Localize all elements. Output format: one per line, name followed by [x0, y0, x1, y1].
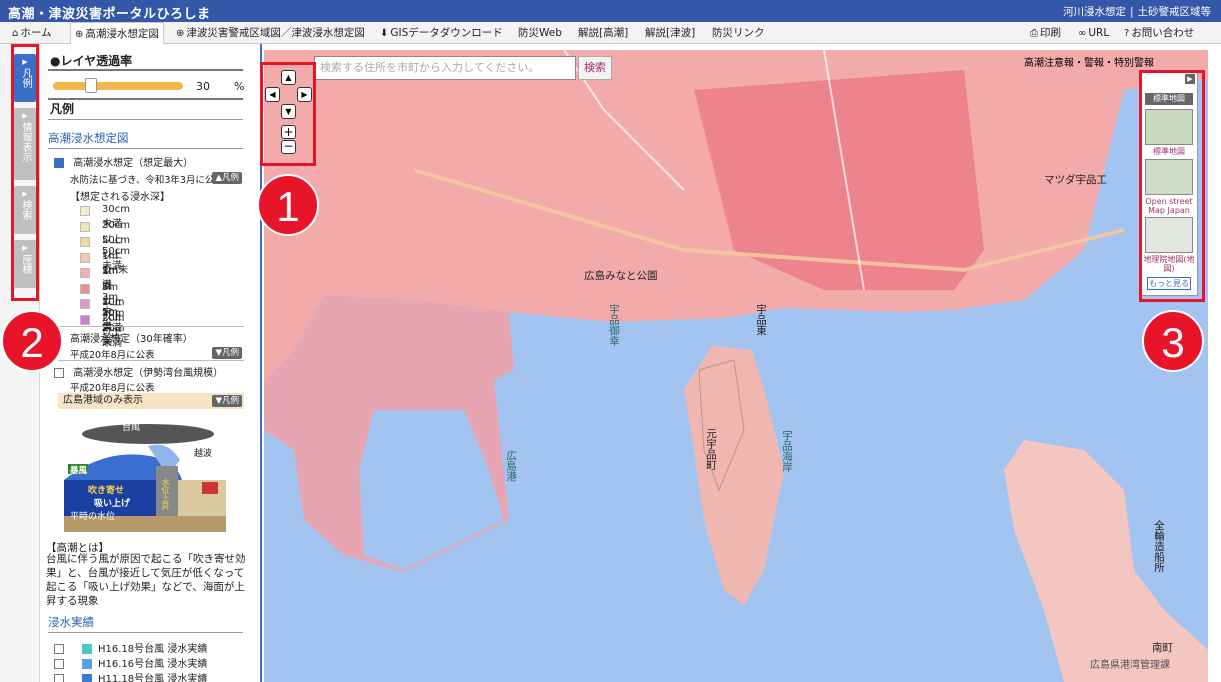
contact-button[interactable]: ? お問い合わせ: [1124, 22, 1194, 44]
print-icon: ⎙: [1030, 28, 1038, 39]
tab-tsunami-map[interactable]: ⊕ 津波災害警戒区域図／津波浸水想定図: [176, 22, 365, 44]
record-label: H16.16号台風 浸水実績: [98, 659, 208, 670]
link-icon: ∞: [1078, 28, 1087, 39]
map-label-minami: 南町: [1152, 642, 1173, 654]
map-label-hiroshima-port: 広島港: [505, 450, 517, 482]
map-label-port-office: 広島県港湾管理課: [1090, 660, 1170, 671]
highlight-nav-controls: [260, 62, 316, 166]
tab-bousai-links[interactable]: 防災リンク: [712, 22, 765, 44]
opacity-unit: %: [234, 80, 245, 93]
opacity-value: 30: [196, 80, 210, 93]
record-row[interactable]: H16.18号台風 浸水実績: [54, 640, 207, 655]
depth-swatch: [80, 237, 90, 247]
map-label-ujina-kaigan: 宇品海岸: [781, 430, 793, 472]
legend-panel: ●レイヤ透過率 30 % 凡例 高潮浸水想定図 高潮浸水想定（想定最大） 水防法…: [40, 44, 262, 682]
map-canvas: [264, 50, 1208, 682]
legend-title: 凡例: [50, 102, 75, 116]
layer3-label: 高潮浸水想定（伊勢湾台風規模）: [73, 368, 224, 379]
depth-swatch: [80, 314, 90, 325]
illus-blow: 吹き寄せ: [88, 486, 125, 496]
globe-icon: ⊕: [176, 28, 185, 39]
header-links: 河川浸水想定 | 土砂警戒区域等: [1062, 6, 1212, 18]
illus-suck: 吸い上げ: [94, 499, 131, 509]
depth-header: 【想定される浸水深】: [70, 192, 170, 203]
depth-swatch: [80, 299, 90, 309]
map-label-shipyard: 全輪造船所: [1153, 520, 1165, 573]
record-checkbox[interactable]: [54, 644, 64, 654]
home-icon: ⌂: [12, 28, 19, 39]
opacity-slider-handle[interactable]: [85, 78, 97, 93]
map-view[interactable]: 検索する住所を市町から入力してください。 検索 ▲ ◀ ▶ ▼ + − 高潮注意…: [264, 50, 1208, 682]
depth-swatch: [80, 221, 90, 232]
record-label: H11.18号台風 浸水実績: [98, 674, 208, 682]
explain-text: 台風に伴う風が原因で起こる「吹き寄せ効果」と、台風が接近して気圧が低くなって起こ…: [46, 553, 246, 607]
map-label-ujina-miyuki: 宇品御幸: [608, 304, 620, 346]
record-swatch: [82, 644, 92, 654]
question-icon: ?: [1124, 28, 1130, 39]
opacity-slider-track[interactable]: [53, 82, 183, 90]
record-title[interactable]: 浸水実績: [48, 614, 94, 630]
record-label: H16.18号台風 浸水実績: [98, 644, 208, 655]
illus-normal-level: 平時の水位: [70, 512, 116, 522]
record-checkbox[interactable]: [54, 659, 64, 669]
layer1-row[interactable]: 高潮浸水想定（想定最大）: [54, 154, 193, 169]
illus-rise: 水位上昇: [161, 478, 170, 510]
depth-swatch: [80, 268, 90, 278]
layer3-row[interactable]: 高潮浸水想定（伊勢湾台風規模）: [54, 364, 223, 379]
record-row[interactable]: H16.16号台風 浸水実績: [54, 655, 207, 670]
url-button[interactable]: ∞ URL: [1078, 22, 1109, 44]
section-title[interactable]: 高潮浸水想定図: [48, 130, 129, 146]
map-label-mazda: マツダ宇品工: [1044, 174, 1107, 186]
depth-swatch: [80, 206, 90, 216]
record-row[interactable]: H11.18号台風 浸水実績: [54, 670, 207, 682]
opacity-title: ●レイヤ透過率: [50, 54, 133, 68]
depth-swatch: [80, 252, 90, 263]
layer2-legend-toggle[interactable]: ▼凡例: [212, 347, 242, 359]
layer3-checkbox[interactable]: [54, 368, 64, 378]
illus-typhoon: 台風: [122, 423, 141, 433]
layer1-legend-toggle[interactable]: ▲凡例: [212, 172, 242, 184]
app-title: 高潮・津波災害ポータルひろしま: [8, 7, 211, 22]
layer2-label: 高潮浸水想定（30年確率）: [70, 334, 193, 345]
nav-home[interactable]: ⌂ ホーム: [12, 22, 52, 44]
search-button[interactable]: 検索: [578, 56, 612, 80]
layer2-note: 平成20年8月に公表: [70, 350, 155, 361]
tab-storm-surge-map[interactable]: ⊕ 高潮浸水想定図: [70, 22, 164, 45]
record-swatch: [82, 674, 92, 682]
map-label-ujina-higashi: 宇品東: [755, 304, 767, 336]
layer1-note: 水防法に基づき、令和3年3月に公表: [70, 175, 224, 186]
tab-gis-download[interactable]: ⬇ GISデータダウンロード: [380, 22, 503, 44]
callout-3: 3: [1142, 310, 1204, 372]
callout-1: 1: [257, 174, 319, 236]
illus-wave: 越波: [194, 449, 213, 459]
illus-storm: 暴風: [70, 466, 88, 476]
depth-swatch: [80, 283, 90, 294]
alert-label[interactable]: 高潮注意報・警報・特別警報: [1024, 54, 1154, 69]
map-label-park: 広島みなと公園: [584, 270, 658, 282]
storm-surge-illustration: 台風 越波 暴風 吹き寄せ 吸い上げ 平時の水位 水位上昇: [64, 420, 226, 532]
layer1-label: 高潮浸水想定（想定最大）: [73, 158, 194, 169]
highlight-side-tabs: [11, 44, 39, 301]
globe-icon: ⊕: [75, 29, 84, 40]
tab-explain-surge[interactable]: 解説[高潮]: [578, 22, 628, 44]
print-button[interactable]: ⎙ 印刷: [1030, 22, 1061, 44]
layer3-note: 平成20年8月に公表: [70, 383, 155, 394]
tab-explain-tsunami[interactable]: 解説[津波]: [645, 22, 695, 44]
layer3-legend-toggle[interactable]: ▼凡例: [212, 395, 242, 407]
callout-2: 2: [1, 310, 63, 372]
tab-bousai-web[interactable]: 防災Web: [518, 22, 562, 44]
layer1-checkbox[interactable]: [54, 158, 64, 168]
download-icon: ⬇: [380, 28, 389, 39]
river-flood-link[interactable]: 河川浸水想定: [1063, 6, 1126, 18]
record-checkbox[interactable]: [54, 674, 64, 682]
nav-bar: ⌂ ホーム ⊕ 高潮浸水想定図 ⊕ 津波災害警戒区域図／津波浸水想定図 ⬇ GISデータ…: [0, 22, 1221, 45]
app-header: 高潮・津波災害ポータルひろしま 河川浸水想定 | 土砂警戒区域等: [0, 0, 1221, 22]
landslide-link[interactable]: 土砂警戒区域等: [1138, 6, 1212, 18]
record-swatch: [82, 659, 92, 669]
address-search-input[interactable]: 検索する住所を市町から入力してください。: [314, 56, 576, 80]
map-label-motoujina: 元宇品町: [705, 428, 717, 470]
highlight-basemap: [1139, 70, 1205, 302]
